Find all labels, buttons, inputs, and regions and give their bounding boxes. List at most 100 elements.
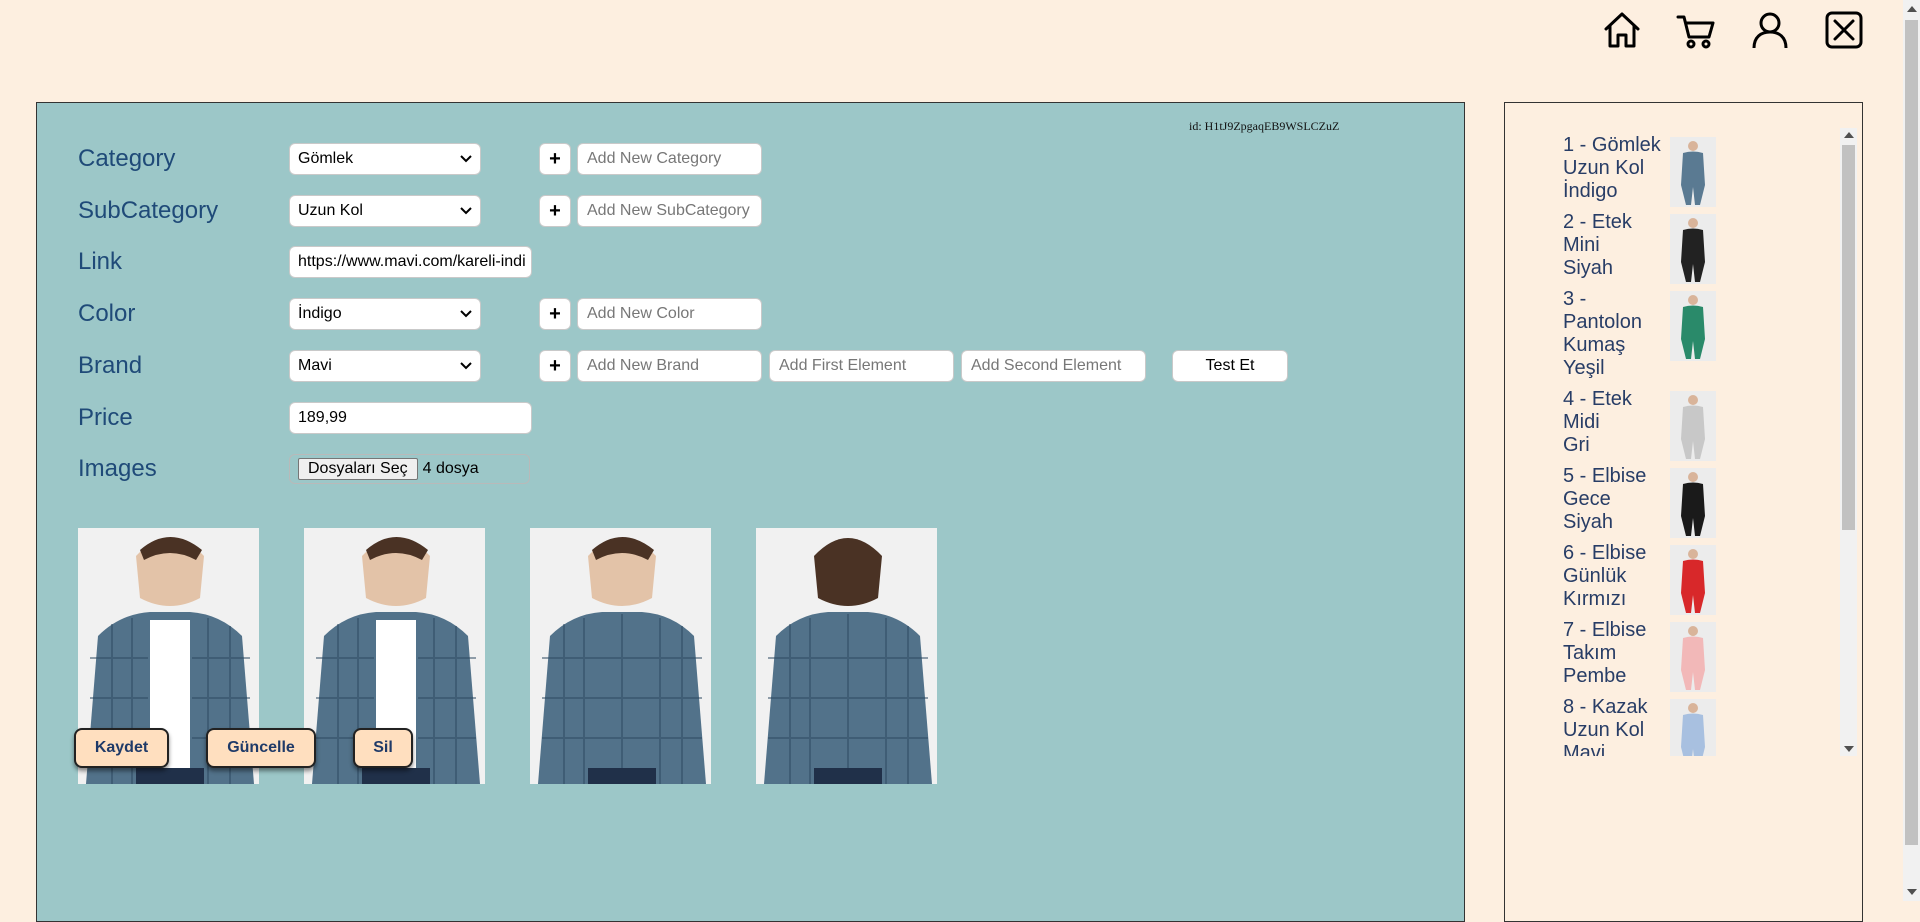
color-label: Color: [78, 300, 136, 327]
scroll-up-arrow-icon[interactable]: [1907, 6, 1917, 12]
product-thumbnail: [1670, 137, 1716, 207]
subcategory-select[interactable]: Uzun Kol: [289, 195, 481, 227]
chevron-down-icon: [460, 155, 472, 163]
list-item-line: Gri: [1563, 434, 1590, 456]
product-list-panel: 1 - Gömlek Uzun Kol İndigo 2 - Etek Mini Siya…: [1504, 102, 1863, 922]
list-item-line: Gece: [1563, 488, 1611, 510]
list-item-line: Mini: [1563, 234, 1600, 256]
user-icon[interactable]: [1750, 10, 1790, 50]
list-item-line: İndigo: [1563, 180, 1618, 202]
list-item-line: Takım: [1563, 642, 1617, 664]
update-button[interactable]: Güncelle: [206, 728, 316, 768]
color-select[interactable]: İndigo: [289, 298, 481, 330]
list-item-line: Pantolon: [1563, 311, 1642, 333]
scroll-down-arrow-icon[interactable]: [1907, 889, 1917, 895]
product-image[interactable]: [756, 528, 937, 784]
list-item-line: Uzun Kol: [1563, 719, 1645, 741]
link-input[interactable]: https://www.mavi.com/kareli-indi: [289, 246, 532, 278]
list-item-line: 3 -: [1563, 288, 1587, 310]
chevron-down-icon: [460, 207, 472, 215]
list-item-label: 7 - Elbise Takım Pembe: [1563, 619, 1668, 688]
list-item-line: Uzun Kol: [1563, 157, 1645, 179]
color-select-value: İndigo: [298, 305, 342, 322]
list-item-line: Kumaş: [1563, 334, 1626, 356]
new-category-input[interactable]: Add New Category: [577, 143, 762, 175]
choose-files-button[interactable]: Dosyaları Seç: [298, 458, 418, 480]
brand-select-value: Mavi: [298, 357, 332, 374]
page-scroll-thumb[interactable]: [1905, 20, 1918, 845]
top-navigation: [1602, 10, 1864, 50]
file-input: Dosyaları Seç 4 dosya: [289, 454, 530, 484]
list-item-line: 7 - Elbise: [1563, 619, 1647, 641]
images-label: Images: [78, 455, 157, 482]
list-item-line: Siyah: [1563, 511, 1614, 533]
list-item-line: Midi: [1563, 411, 1600, 433]
list-item-label: 6 - Elbise Günlük Kırmızı: [1563, 542, 1668, 611]
brand-row: Brand Mavi + Add New Brand Add First Ele…: [78, 350, 1288, 382]
add-color-button[interactable]: +: [539, 298, 571, 330]
second-element-input[interactable]: Add Second Element: [961, 350, 1146, 382]
subcategory-row: SubCategory Uzun Kol + Add New SubCatego…: [78, 195, 762, 227]
list-item-label: 3 - Pantolon Kumaş Yeşil: [1563, 288, 1668, 380]
test-button[interactable]: Test Et: [1172, 350, 1288, 382]
product-form-panel: id: H1tJ9ZpgaqEB9WSLCZuZ Category Gömlek…: [36, 102, 1465, 922]
category-select-value: Gömlek: [298, 150, 354, 167]
product-list-scrollbar[interactable]: [1840, 128, 1857, 756]
close-icon[interactable]: [1824, 10, 1864, 50]
price-label: Price: [78, 404, 133, 431]
category-label: Category: [78, 145, 176, 172]
scroll-up-arrow-icon[interactable]: [1844, 132, 1854, 138]
product-thumbnail: [1670, 291, 1716, 361]
price-input[interactable]: 189,99: [289, 402, 532, 434]
link-row: Link https://www.mavi.com/kareli-indi: [78, 246, 532, 278]
link-label: Link: [78, 248, 123, 275]
first-element-input[interactable]: Add First Element: [769, 350, 954, 382]
brand-label: Brand: [78, 352, 143, 379]
product-image[interactable]: [530, 528, 711, 784]
file-count: 4 dosya: [422, 460, 479, 477]
form-actions: Kaydet Güncelle Sil: [36, 728, 413, 768]
list-item-label: 2 - Etek Mini Siyah: [1563, 211, 1668, 280]
product-thumbnail: [1670, 699, 1716, 756]
list-item-line: 2 - Etek: [1563, 211, 1632, 233]
delete-button[interactable]: Sil: [353, 728, 413, 768]
list-item-line: Kırmızı: [1563, 588, 1627, 610]
chevron-down-icon: [460, 310, 472, 318]
cart-icon[interactable]: [1676, 10, 1716, 50]
list-item-label: 1 - Gömlek Uzun Kol İndigo: [1563, 134, 1668, 203]
scroll-down-arrow-icon[interactable]: [1844, 746, 1854, 752]
list-item-line: Mavi: [1563, 742, 1606, 756]
subcategory-label: SubCategory: [78, 197, 219, 224]
add-subcategory-button[interactable]: +: [539, 195, 571, 227]
list-item-line: Yeşil: [1563, 357, 1605, 379]
add-category-button[interactable]: +: [539, 143, 571, 175]
subcategory-select-value: Uzun Kol: [298, 202, 363, 219]
product-thumbnail: [1670, 545, 1716, 615]
list-item-line: 4 - Etek: [1563, 388, 1632, 410]
list-item-line: 1 - Gömlek: [1563, 134, 1661, 156]
new-subcategory-input[interactable]: Add New SubCategory: [577, 195, 762, 227]
record-id: id: H1tJ9ZpgaqEB9WSLCZuZ: [1189, 119, 1340, 133]
save-button[interactable]: Kaydet: [74, 728, 169, 768]
list-item-line: Pembe: [1563, 665, 1627, 687]
new-color-input[interactable]: Add New Color: [577, 298, 762, 330]
brand-select[interactable]: Mavi: [289, 350, 481, 382]
list-item-label: 4 - Etek Midi Gri: [1563, 388, 1668, 457]
list-item-line: 6 - Elbise: [1563, 542, 1647, 564]
home-icon[interactable]: [1602, 10, 1642, 50]
new-brand-input[interactable]: Add New Brand: [577, 350, 762, 382]
page-scrollbar[interactable]: [1903, 0, 1920, 901]
list-item-label: 5 - Elbise Gece Siyah: [1563, 465, 1668, 534]
add-brand-button[interactable]: +: [539, 350, 571, 382]
images-row: Images Dosyaları Seç 4 dosya: [78, 453, 530, 485]
category-select[interactable]: Gömlek: [289, 143, 481, 175]
list-item-line: 5 - Elbise: [1563, 465, 1647, 487]
product-list-scroll-thumb[interactable]: [1842, 145, 1855, 530]
color-row: Color İndigo + Add New Color: [78, 298, 762, 330]
category-row: Category Gömlek + Add New Category: [78, 143, 762, 175]
list-item-line: Günlük: [1563, 565, 1627, 587]
chevron-down-icon: [460, 362, 472, 370]
product-thumbnail: [1670, 622, 1716, 692]
list-item-label: 8 - Kazak Uzun Kol Mavi: [1563, 696, 1668, 756]
list-item-line: Siyah: [1563, 257, 1614, 279]
